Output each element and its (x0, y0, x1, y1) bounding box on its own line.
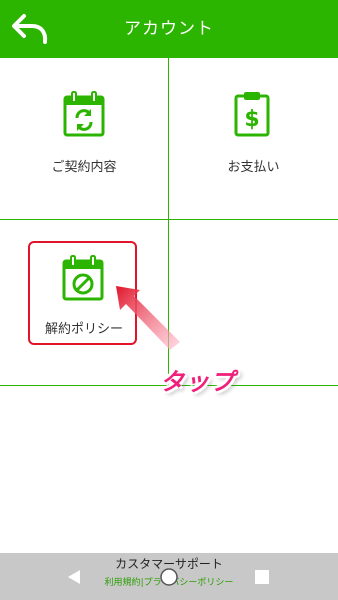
calendar-refresh-icon (63, 91, 105, 137)
pointer-arrow-icon (116, 286, 180, 350)
menu-item-contract[interactable]: ご契約内容 (0, 58, 168, 219)
app-header: アカウント (0, 0, 338, 58)
menu-item-payment[interactable]: $ お支払い (169, 58, 338, 219)
tap-annotation: タップ (160, 368, 235, 396)
privacy-policy-link[interactable]: プライバシーポリシー (144, 578, 234, 588)
terms-link[interactable]: 利用規約 (105, 578, 141, 588)
clipboard-dollar-icon: $ (234, 92, 270, 137)
nav-recents-icon[interactable] (255, 570, 269, 584)
footer: カスタマーサポート 利用規約|プライバシーポリシー (0, 553, 338, 600)
page-title: アカウント (124, 19, 214, 39)
menu-item-label: お支払い (227, 160, 280, 175)
nav-home-icon[interactable] (159, 567, 179, 587)
svg-text:$: $ (244, 107, 259, 132)
menu-item-label: ご契約内容 (51, 160, 117, 175)
nav-back-icon[interactable] (66, 569, 82, 585)
